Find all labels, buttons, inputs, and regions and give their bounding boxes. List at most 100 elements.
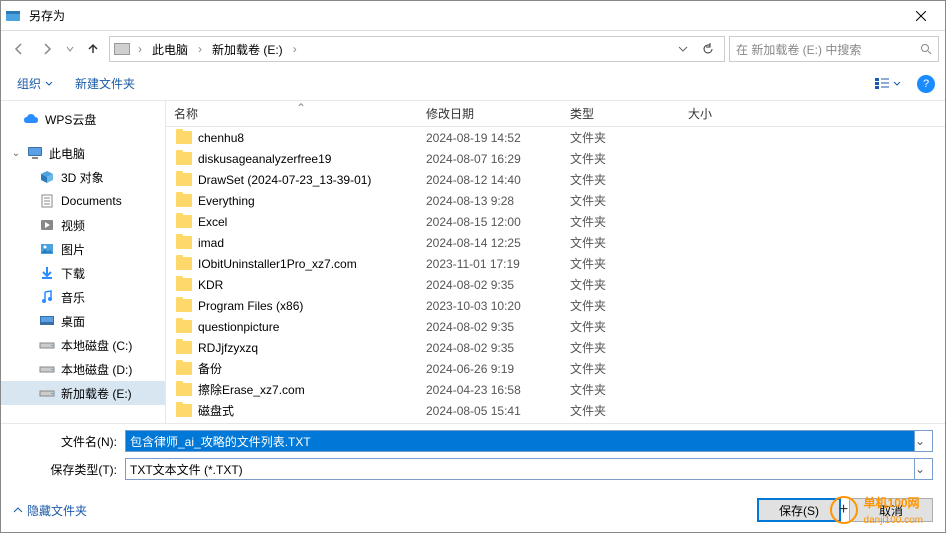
filetype-select[interactable]: TXT文本文件 (*.TXT)	[125, 458, 915, 480]
folder-icon	[176, 404, 192, 417]
sidebar-item-drive-e[interactable]: 新加载卷 (E:)	[1, 381, 165, 405]
filetype-dropdown[interactable]: ⌄	[915, 458, 933, 480]
folder-icon	[176, 341, 192, 354]
chevron-down-icon	[66, 45, 74, 53]
sidebar-item-downloads[interactable]: 下载	[1, 261, 165, 285]
file-row[interactable]: questionpicture2024-08-02 9:35文件夹	[166, 316, 945, 337]
forward-button[interactable]	[35, 37, 59, 61]
file-date: 2024-08-14 12:25	[426, 236, 570, 250]
file-date: 2024-08-15 12:00	[426, 215, 570, 229]
file-row[interactable]: diskusageanalyzerfree192024-08-07 16:29文…	[166, 148, 945, 169]
sidebar-item-drive-d[interactable]: 本地磁盘 (D:)	[1, 357, 165, 381]
file-row[interactable]: IObitUninstaller1Pro_xz7.com2023-11-01 1…	[166, 253, 945, 274]
file-row[interactable]: DrawSet (2024-07-23_13-39-01)2024-08-12 …	[166, 169, 945, 190]
close-button[interactable]	[901, 2, 941, 30]
file-area: ⌃ 名称 修改日期 类型 大小 chenhu82024-08-19 14:52文…	[166, 101, 945, 423]
file-type: 文件夹	[570, 213, 688, 230]
folder-icon	[176, 299, 192, 312]
view-icon	[875, 78, 891, 90]
file-name: Everything	[198, 194, 255, 208]
folder-icon	[176, 236, 192, 249]
sidebar-label: 图片	[61, 241, 85, 258]
file-date: 2024-08-02 9:35	[426, 320, 570, 334]
file-row[interactable]: imad2024-08-14 12:25文件夹	[166, 232, 945, 253]
help-button[interactable]: ?	[917, 75, 935, 93]
file-row[interactable]: 擦除Erase_xz7.com2024-04-23 16:58文件夹	[166, 379, 945, 400]
file-date: 2024-08-19 14:52	[426, 131, 570, 145]
column-headers: ⌃ 名称 修改日期 类型 大小	[166, 101, 945, 127]
organize-menu[interactable]: 组织	[11, 71, 59, 96]
file-type: 文件夹	[570, 150, 688, 167]
sidebar-item-desktop[interactable]: 桌面	[1, 309, 165, 333]
filename-label: 文件名(N):	[13, 433, 125, 450]
view-options[interactable]	[869, 74, 907, 94]
file-row[interactable]: 备份2024-06-26 9:19文件夹	[166, 358, 945, 379]
file-type: 文件夹	[570, 381, 688, 398]
sidebar-item-music[interactable]: 音乐	[1, 285, 165, 309]
back-button[interactable]	[7, 37, 31, 61]
file-row[interactable]: chenhu8 2024-08-19 14:52文件夹	[166, 127, 945, 148]
sidebar-item-pictures[interactable]: 图片	[1, 237, 165, 261]
sidebar-item-wps[interactable]: WPS云盘	[1, 107, 165, 131]
file-type: 文件夹	[570, 255, 688, 272]
filename-dropdown[interactable]: ⌄	[915, 430, 933, 452]
folder-icon	[176, 362, 192, 375]
file-row[interactable]: Excel2024-08-15 12:00文件夹	[166, 211, 945, 232]
filename-input[interactable]: 包含律师_ai_攻略的文件列表.TXT	[125, 430, 915, 452]
sidebar-item-drive-c[interactable]: 本地磁盘 (C:)	[1, 333, 165, 357]
up-button[interactable]	[81, 37, 105, 61]
search-input[interactable]: 在 新加载卷 (E:) 中搜索	[729, 36, 939, 62]
file-row[interactable]: RDJjfzyxzq2024-08-02 9:35文件夹	[166, 337, 945, 358]
breadcrumb-drive-e[interactable]: 新加载卷 (E:)	[208, 39, 287, 60]
sidebar-item-videos[interactable]: 视频	[1, 213, 165, 237]
file-date: 2024-08-05 15:41	[426, 404, 570, 418]
address-dropdown[interactable]	[674, 44, 692, 54]
column-header-date[interactable]: 修改日期	[426, 105, 570, 122]
column-header-type[interactable]: 类型	[570, 105, 688, 122]
new-folder-button[interactable]: 新建文件夹	[69, 71, 141, 96]
chevron-right-icon: ›	[291, 42, 299, 56]
sidebar-item-3d[interactable]: 3D 对象	[1, 165, 165, 189]
file-name: chenhu8	[198, 131, 244, 145]
file-date: 2024-04-23 16:58	[426, 383, 570, 397]
up-icon	[86, 42, 100, 56]
file-type: 文件夹	[570, 360, 688, 377]
sidebar-item-documents[interactable]: Documents	[1, 189, 165, 213]
hide-folders-link[interactable]: 隐藏文件夹	[13, 502, 87, 519]
column-header-size[interactable]: 大小	[688, 105, 788, 122]
file-list[interactable]: chenhu82024-08-19 14:52文件夹diskusageanaly…	[166, 127, 945, 423]
file-name: imad	[198, 236, 224, 250]
chevron-down-icon: ⌄	[11, 148, 21, 158]
sidebar-item-this-pc[interactable]: ⌄ 此电脑	[1, 141, 165, 165]
file-name: RDJjfzyxzq	[198, 341, 258, 355]
file-date: 2023-10-03 10:20	[426, 299, 570, 313]
save-button[interactable]: 保存(S)	[757, 498, 841, 522]
file-row[interactable]: Everything2024-08-13 9:28文件夹	[166, 190, 945, 211]
cancel-button[interactable]: 取消	[849, 498, 933, 522]
sidebar-label: 此电脑	[49, 145, 85, 162]
sidebar: WPS云盘 ⌄ 此电脑 3D 对象 Documents 视频 图片 下载 音乐 …	[1, 101, 166, 423]
document-icon	[39, 194, 55, 208]
window-title: 另存为	[29, 7, 901, 24]
folder-icon	[176, 278, 192, 291]
address-bar[interactable]: › 此电脑 › 新加载卷 (E:) ›	[109, 36, 725, 62]
file-row[interactable]: Program Files (x86)2023-10-03 10:20文件夹	[166, 295, 945, 316]
recent-locations[interactable]	[63, 45, 77, 53]
refresh-button[interactable]	[696, 43, 720, 55]
file-name: Program Files (x86)	[198, 299, 303, 313]
file-type: 文件夹	[570, 276, 688, 293]
file-type: 文件夹	[570, 339, 688, 356]
chevron-right-icon: ›	[136, 42, 144, 56]
file-date: 2024-08-07 16:29	[426, 152, 570, 166]
toolbar: 组织 新建文件夹 ?	[1, 67, 945, 101]
sidebar-label: 本地磁盘 (C:)	[61, 337, 132, 354]
chevron-up-icon	[13, 505, 23, 515]
nav-bar: › 此电脑 › 新加载卷 (E:) › 在 新加载卷 (E:) 中搜索	[1, 31, 945, 67]
file-row[interactable]: 磁盘式2024-08-05 15:41文件夹	[166, 400, 945, 421]
file-type: 文件夹	[570, 129, 688, 146]
breadcrumb-this-pc[interactable]: 此电脑	[148, 39, 192, 60]
file-date: 2023-11-01 17:19	[426, 257, 570, 271]
save-form: 文件名(N): 包含律师_ai_攻略的文件列表.TXT ⌄ 保存类型(T): T…	[1, 423, 945, 490]
file-date: 2024-08-12 14:40	[426, 173, 570, 187]
file-row[interactable]: KDR2024-08-02 9:35文件夹	[166, 274, 945, 295]
